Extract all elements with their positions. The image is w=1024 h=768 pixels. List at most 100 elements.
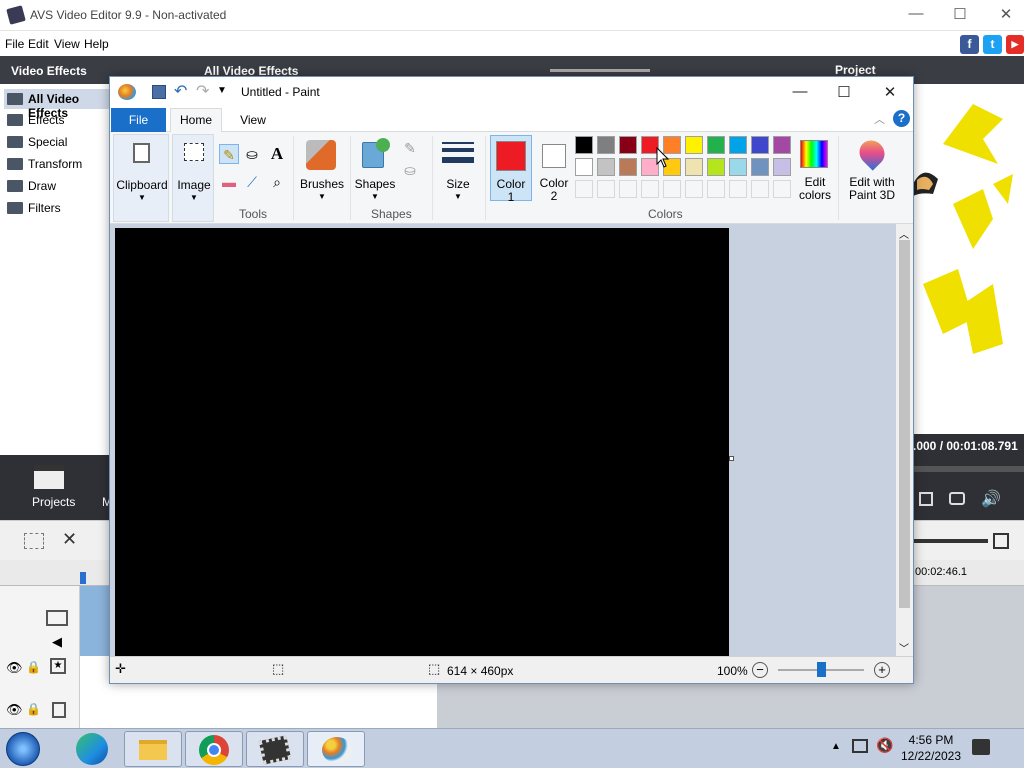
palette-swatch-empty[interactable] xyxy=(773,180,791,198)
palette-swatch-empty[interactable] xyxy=(619,180,637,198)
clipboard-button[interactable]: Clipboard ▼ xyxy=(113,134,169,222)
chrome-taskbar-button[interactable] xyxy=(185,731,243,767)
palette-swatch-empty[interactable] xyxy=(663,180,681,198)
effect-category-filters[interactable]: Filters xyxy=(4,198,110,218)
palette-swatch[interactable] xyxy=(597,158,615,176)
lock-icon[interactable]: 🔒 xyxy=(26,702,41,716)
image-button[interactable]: Image ▼ xyxy=(172,134,214,222)
palette-swatch[interactable] xyxy=(751,136,769,154)
palette-swatch[interactable] xyxy=(619,158,637,176)
help-icon[interactable]: ? xyxy=(893,110,910,127)
start-button-icon[interactable] xyxy=(6,732,40,766)
volume-icon[interactable]: 🔊 xyxy=(981,489,1001,509)
snapshot-icon[interactable] xyxy=(949,492,965,505)
palette-swatch-empty[interactable] xyxy=(685,180,703,198)
palette-swatch[interactable] xyxy=(707,136,725,154)
save-icon[interactable] xyxy=(152,85,166,99)
paint-close-button[interactable]: ✕ xyxy=(880,83,900,101)
palette-swatch-empty[interactable] xyxy=(575,180,593,198)
magnifier-icon[interactable]: ⌕ xyxy=(267,172,287,192)
network-icon[interactable] xyxy=(852,739,868,753)
palette-swatch-empty[interactable] xyxy=(729,180,747,198)
collapse-ribbon-icon[interactable]: ︿ xyxy=(874,111,885,127)
menu-file[interactable]: File xyxy=(5,37,24,51)
palette-swatch-empty[interactable] xyxy=(751,180,769,198)
scroll-up-arrow[interactable]: ︿ xyxy=(899,226,909,241)
tab-home[interactable]: Home xyxy=(170,108,222,132)
outline-icon[interactable]: ✎ xyxy=(400,138,420,158)
effect-category-all[interactable]: All Video Effects xyxy=(4,89,110,120)
palette-swatch[interactable] xyxy=(751,158,769,176)
zoom-slider-thumb[interactable] xyxy=(817,662,826,677)
facebook-icon[interactable]: f xyxy=(960,35,979,54)
audio-mute-icon[interactable]: ◀ xyxy=(52,634,62,650)
color1-button[interactable]: Color 1 xyxy=(490,135,532,204)
menu-view[interactable]: View xyxy=(54,37,80,51)
brushes-button[interactable]: Brushes ▼ xyxy=(298,134,346,206)
pencil-icon[interactable]: ✎ xyxy=(219,144,239,164)
palette-swatch-empty[interactable] xyxy=(707,180,725,198)
shapes-button[interactable]: Shapes ▼ xyxy=(354,134,396,206)
vertical-scrollbar[interactable]: ︿ ﹀ xyxy=(896,224,913,656)
palette-swatch[interactable] xyxy=(773,136,791,154)
youtube-icon[interactable]: ▶ xyxy=(1006,35,1024,54)
tab-file[interactable]: File xyxy=(111,108,166,132)
storyboard-icon[interactable] xyxy=(24,533,44,549)
palette-swatch-empty[interactable] xyxy=(597,180,615,198)
zoom-slider[interactable] xyxy=(550,69,650,72)
palette-swatch[interactable] xyxy=(575,136,593,154)
palette-swatch[interactable] xyxy=(729,158,747,176)
palette-swatch[interactable] xyxy=(597,136,615,154)
avs-close-button[interactable]: ✕ xyxy=(996,5,1016,23)
color2-button[interactable]: Color 2 xyxy=(534,135,574,203)
palette-swatch[interactable] xyxy=(773,158,791,176)
tab-view[interactable]: View xyxy=(238,108,268,132)
text-icon[interactable]: A xyxy=(267,144,287,164)
redo-icon[interactable]: ↷ xyxy=(196,81,209,101)
canvas-resize-handle[interactable] xyxy=(729,456,734,461)
scroll-thumb[interactable] xyxy=(899,240,910,608)
palette-swatch[interactable] xyxy=(707,158,725,176)
effect-category-draw[interactable]: Draw xyxy=(4,176,110,196)
eye-icon[interactable]: 👁 xyxy=(6,660,23,676)
clapperboard-icon[interactable] xyxy=(34,465,64,489)
explorer-taskbar-button[interactable] xyxy=(124,731,182,767)
edit-colors-button[interactable]: Edit colors xyxy=(796,134,834,206)
show-hidden-icons[interactable]: ▲ xyxy=(831,741,841,752)
delete-icon[interactable]: ✕ xyxy=(62,529,77,550)
edge-icon[interactable] xyxy=(76,733,108,765)
timeline-zoom-slider[interactable] xyxy=(913,539,988,543)
color-picker-icon[interactable]: ⟋ xyxy=(242,172,262,192)
timeline-clip[interactable]: C xyxy=(80,586,110,676)
fill-bucket-icon[interactable]: ⛀ xyxy=(242,144,262,164)
palette-swatch[interactable] xyxy=(685,158,703,176)
palette-swatch[interactable] xyxy=(575,158,593,176)
effect-category-effects[interactable]: Effects xyxy=(4,110,110,130)
avs-taskbar-button[interactable] xyxy=(246,731,304,767)
drawing-canvas[interactable] xyxy=(115,228,729,656)
fit-timeline-icon[interactable] xyxy=(993,533,1009,549)
zoom-out-button[interactable]: − xyxy=(752,662,768,678)
eye-icon[interactable]: 👁 xyxy=(6,702,23,718)
palette-swatch[interactable] xyxy=(619,136,637,154)
fullscreen-icon[interactable] xyxy=(919,492,933,506)
palette-swatch-empty[interactable] xyxy=(641,180,659,198)
paint-maximize-button[interactable]: ☐ xyxy=(834,83,854,101)
system-clock[interactable]: 4:56 PM 12/22/2023 xyxy=(896,732,966,764)
customize-qat-icon[interactable]: ▼ xyxy=(217,85,227,96)
seek-bar[interactable] xyxy=(913,466,1024,472)
undo-icon[interactable]: ↶ xyxy=(174,81,187,101)
shape-fill-icon[interactable]: ⛀ xyxy=(400,160,420,180)
volume-muted-icon[interactable]: 🔇 xyxy=(876,737,893,754)
lock-icon[interactable]: 🔒 xyxy=(26,660,41,674)
scroll-down-arrow[interactable]: ﹀ xyxy=(899,640,909,655)
action-center-icon[interactable] xyxy=(972,739,990,755)
eraser-icon[interactable]: ▬ xyxy=(219,172,239,192)
effect-category-transform[interactable]: Transform xyxy=(4,154,110,174)
edit-with-paint3d-button[interactable]: Edit with Paint 3D xyxy=(842,134,902,206)
playhead-marker[interactable] xyxy=(80,572,86,584)
zoom-in-button[interactable]: + xyxy=(874,662,890,678)
palette-swatch[interactable] xyxy=(685,136,703,154)
effect-category-special[interactable]: Special xyxy=(4,132,110,152)
palette-swatch[interactable] xyxy=(729,136,747,154)
